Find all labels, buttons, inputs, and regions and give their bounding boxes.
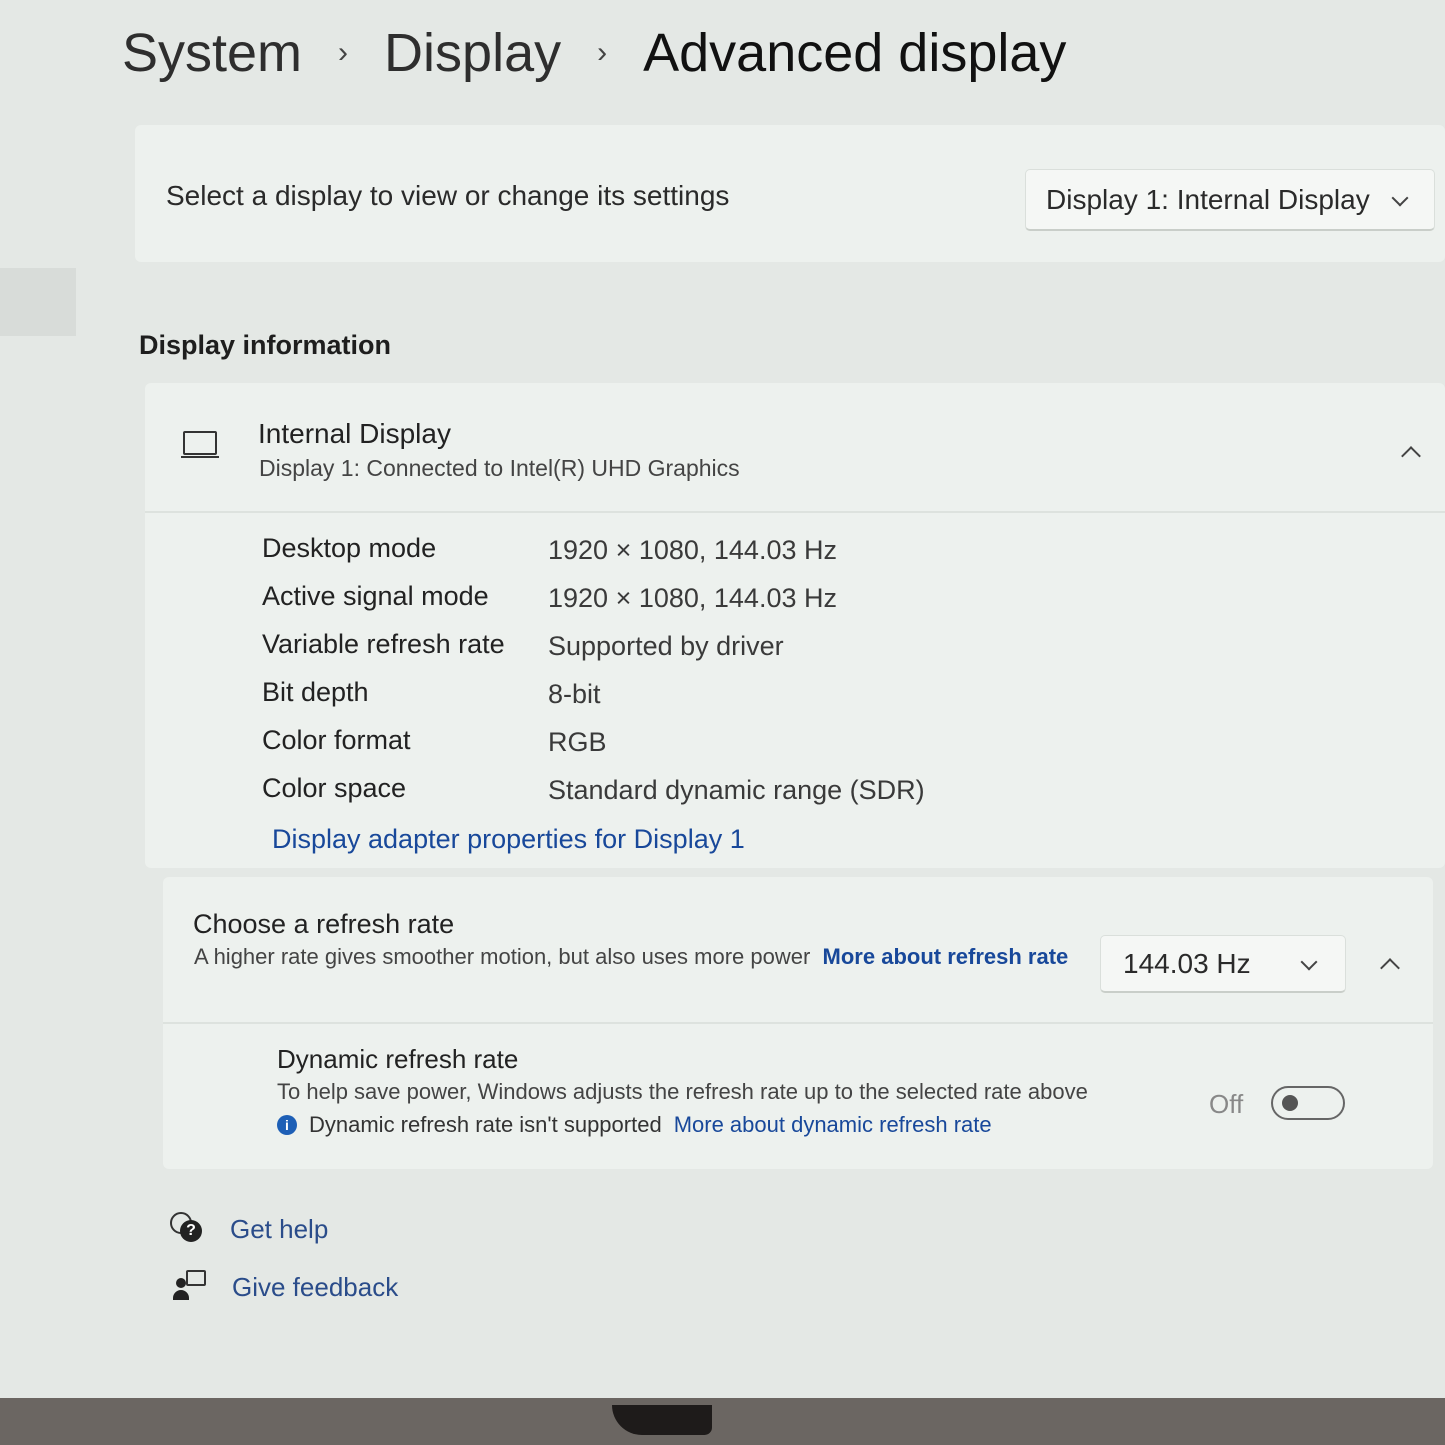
info-icon: i	[277, 1115, 297, 1135]
monitor-bezel	[0, 1398, 1445, 1445]
dynamic-refresh-title: Dynamic refresh rate	[277, 1044, 519, 1074]
more-about-dynamic-refresh-link[interactable]: More about dynamic refresh rate	[674, 1112, 992, 1138]
property-value: 8-bit	[548, 679, 601, 709]
display-adapter-properties-link[interactable]: Display adapter properties for Display 1	[272, 824, 745, 855]
property-value: Supported by driver	[548, 631, 784, 661]
dynamic-refresh-note: i Dynamic refresh rate isn't supported M…	[277, 1112, 992, 1138]
chevron-up-icon[interactable]	[1380, 958, 1400, 978]
property-value: 1920 × 1080, 144.03 Hz	[548, 535, 837, 565]
toggle-knob	[1282, 1095, 1298, 1111]
laptop-icon	[181, 431, 219, 461]
display-dropdown-value: Display 1: Internal Display	[1046, 183, 1370, 215]
display-name: Internal Display	[258, 418, 451, 449]
get-help-link[interactable]: ? Get help	[170, 1212, 328, 1246]
breadcrumb-system[interactable]: System	[122, 22, 302, 84]
chevron-right-icon: ›	[338, 36, 349, 69]
property-label: Variable refresh rate	[262, 629, 505, 659]
refresh-rate-title: Choose a refresh rate	[193, 909, 455, 939]
get-help-label: Get help	[230, 1213, 329, 1244]
display-information-card: Internal Display Display 1: Connected to…	[145, 383, 1445, 868]
display-select-card: Select a display to view or change its s…	[135, 125, 1445, 262]
chevron-down-icon	[1300, 953, 1318, 971]
nav-pane-highlight	[0, 268, 76, 336]
refresh-rate-dropdown[interactable]: 144.03 Hz	[1100, 935, 1346, 993]
give-feedback-link[interactable]: Give feedback	[172, 1270, 398, 1304]
page-title: Advanced display	[643, 23, 1067, 83]
breadcrumb-display[interactable]: Display	[384, 22, 561, 84]
refresh-rate-description-text: A higher rate gives smoother motion, but…	[194, 944, 811, 969]
give-feedback-label: Give feedback	[232, 1271, 399, 1302]
section-title-display-information: Display information	[139, 330, 392, 360]
property-value: RGB	[548, 727, 607, 757]
chevron-down-icon	[1391, 189, 1409, 207]
breadcrumb: System › Display › Advanced display	[122, 18, 1066, 88]
dynamic-refresh-unsupported-text: Dynamic refresh rate isn't supported	[309, 1112, 662, 1137]
refresh-rate-value: 144.03 Hz	[1123, 947, 1251, 979]
property-label: Desktop mode	[262, 533, 437, 563]
feedback-icon	[172, 1270, 206, 1304]
chevron-up-icon[interactable]	[1401, 446, 1421, 466]
property-label: Active signal mode	[262, 581, 489, 611]
property-label: Bit depth	[262, 677, 369, 707]
dynamic-refresh-toggle[interactable]	[1271, 1086, 1345, 1120]
monitor-notch	[612, 1405, 712, 1435]
dynamic-refresh-description: To help save power, Windows adjusts the …	[277, 1079, 1088, 1104]
toggle-state-label: Off	[1209, 1089, 1244, 1119]
display-subtitle: Display 1: Connected to Intel(R) UHD Gra…	[259, 455, 740, 481]
property-value: 1920 × 1080, 144.03 Hz	[548, 583, 837, 613]
display-dropdown[interactable]: Display 1: Internal Display	[1025, 169, 1435, 231]
chevron-right-icon: ›	[597, 36, 608, 69]
refresh-rate-card: Choose a refresh rate A higher rate give…	[163, 877, 1433, 1169]
display-information-header[interactable]: Internal Display Display 1: Connected to…	[145, 383, 1445, 513]
property-value: Standard dynamic range (SDR)	[548, 775, 925, 805]
property-label: Color space	[262, 773, 407, 803]
display-select-label: Select a display to view or change its s…	[166, 180, 730, 211]
refresh-rate-description: A higher rate gives smoother motion, but…	[194, 943, 1074, 971]
get-help-icon: ?	[170, 1212, 204, 1246]
more-about-refresh-rate-link[interactable]: More about refresh rate	[823, 944, 1069, 969]
property-label: Color format	[262, 725, 411, 755]
refresh-rate-header: Choose a refresh rate A higher rate give…	[163, 877, 1433, 1024]
